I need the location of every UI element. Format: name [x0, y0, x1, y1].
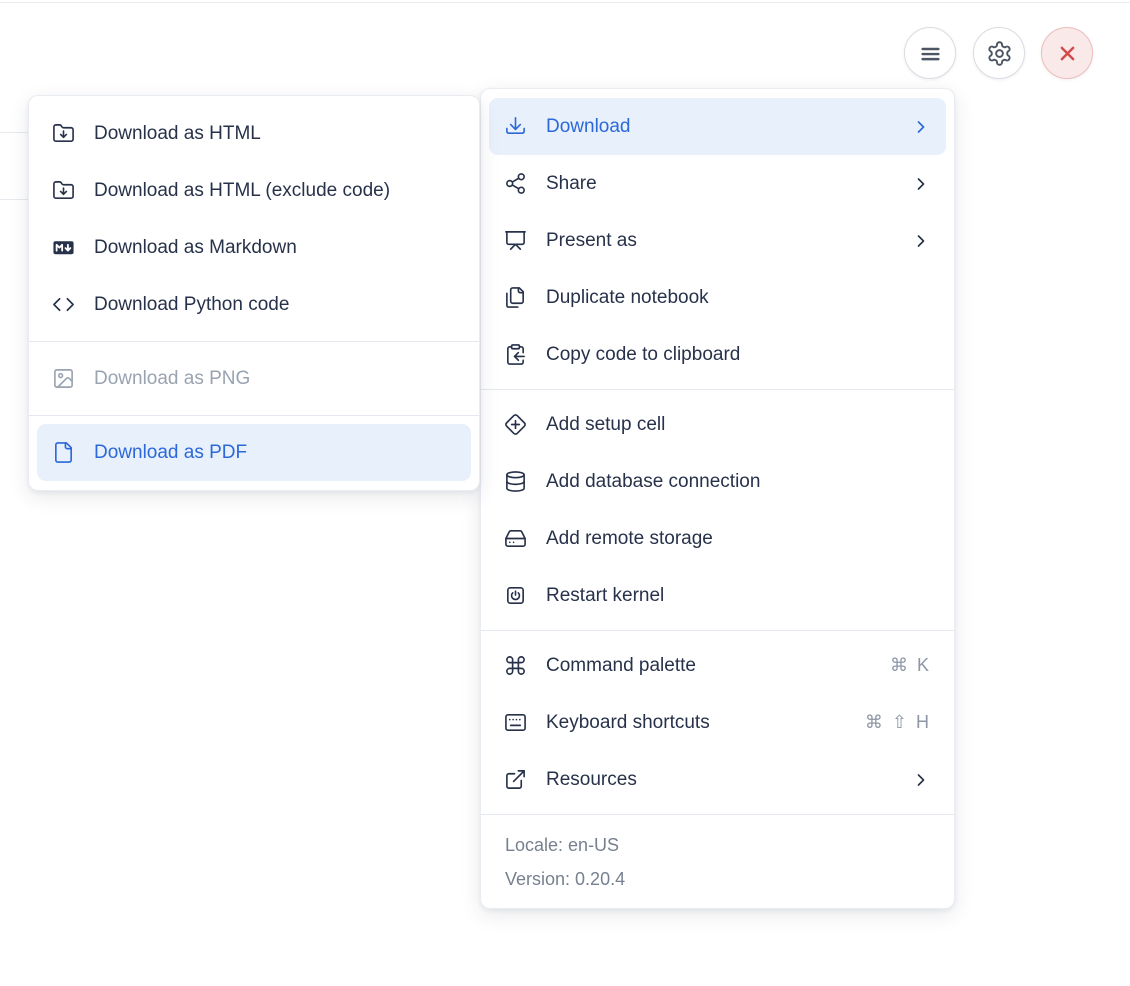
menu-item-label: Download as PDF	[94, 441, 248, 463]
settings-button[interactable]	[973, 27, 1025, 79]
app-page: Download as HTML Download as HTML (exclud…	[0, 0, 1130, 986]
shortcut-key: ⌘	[864, 712, 883, 732]
menu-item-command-palette[interactable]: Command palette ⌘ K	[489, 637, 946, 694]
keyboard-shortcut: ⌘ K	[890, 655, 929, 676]
power-square-icon	[504, 584, 527, 607]
shortcut-key: ⇧	[891, 712, 907, 732]
hamburger-menu-icon	[917, 40, 944, 67]
menu-item-download-as-html[interactable]: Download as HTML	[37, 105, 471, 162]
shortcut-key: K	[916, 655, 929, 675]
underlying-divider	[0, 132, 29, 133]
menu-item-label: Resources	[546, 768, 637, 790]
menu-separator	[29, 415, 479, 416]
menu-footer: Locale: en-US Version: 0.20.4	[481, 821, 954, 908]
menu-item-label: Restart kernel	[546, 584, 665, 606]
folder-download-icon	[52, 179, 75, 202]
shortcut-key: H	[916, 712, 929, 732]
menu-item-label: Download as Markdown	[94, 236, 297, 258]
menu-item-keyboard-shortcuts[interactable]: Keyboard shortcuts ⌘ ⇧ H	[489, 694, 946, 751]
chevron-right-icon	[911, 174, 931, 194]
download-submenu: Download as HTML Download as HTML (exclud…	[28, 95, 480, 491]
gear-icon	[986, 40, 1013, 67]
close-icon	[1054, 40, 1081, 67]
menu-item-download-as-pdf[interactable]: Download as PDF	[37, 424, 471, 481]
chevron-right-icon	[911, 231, 931, 251]
clipboard-copy-icon	[504, 343, 527, 366]
menu-item-download-as-png: Download as PNG	[37, 350, 471, 407]
code-icon	[52, 293, 75, 316]
command-icon	[504, 654, 527, 677]
external-link-icon	[504, 768, 527, 791]
menu-item-present-as[interactable]: Present as	[489, 212, 946, 269]
diamond-plus-icon	[504, 413, 527, 436]
menu-item-label: Download as HTML (exclude code)	[94, 179, 391, 201]
menu-item-label: Add remote storage	[546, 527, 713, 549]
menu-separator	[481, 389, 954, 390]
menu-item-copy-code-to-clipboard[interactable]: Copy code to clipboard	[489, 326, 946, 383]
menu-item-duplicate-notebook[interactable]: Duplicate notebook	[489, 269, 946, 326]
menu-item-label: Download Python code	[94, 293, 290, 315]
menu-item-label: Share	[546, 172, 597, 194]
markdown-download-icon	[52, 236, 75, 259]
chevron-right-icon	[911, 117, 931, 137]
menu-separator	[481, 630, 954, 631]
file-icon	[52, 441, 75, 464]
menu-item-download-python-code[interactable]: Download Python code	[37, 276, 471, 333]
menu-item-label: Present as	[546, 229, 637, 251]
keyboard-icon	[504, 711, 527, 734]
image-icon	[52, 367, 75, 390]
menu-item-label: Copy code to clipboard	[546, 343, 741, 365]
menu-item-resources[interactable]: Resources	[489, 751, 946, 808]
duplicate-icon	[504, 286, 527, 309]
menu-item-label: Download	[546, 115, 631, 137]
menu-separator	[481, 814, 954, 815]
notebook-menu-button[interactable]	[904, 27, 956, 79]
menu-separator	[29, 341, 479, 342]
menu-item-label: Command palette	[546, 654, 696, 676]
chevron-right-icon	[911, 770, 931, 790]
page-top-border	[0, 2, 1130, 3]
folder-download-icon	[52, 122, 75, 145]
menu-item-label: Add setup cell	[546, 413, 666, 435]
menu-item-download-as-html-exclude-code[interactable]: Download as HTML (exclude code)	[37, 162, 471, 219]
underlying-divider	[0, 199, 29, 200]
presentation-icon	[504, 229, 527, 252]
shortcut-key: ⌘	[889, 655, 908, 675]
download-icon	[504, 115, 527, 138]
menu-item-label: Download as PNG	[94, 367, 251, 389]
menu-item-download-as-markdown[interactable]: Download as Markdown	[37, 219, 471, 276]
shutdown-button[interactable]	[1041, 27, 1093, 79]
menu-item-add-database-connection[interactable]: Add database connection	[489, 453, 946, 510]
menu-item-restart-kernel[interactable]: Restart kernel	[489, 567, 946, 624]
menu-item-add-setup-cell[interactable]: Add setup cell	[489, 396, 946, 453]
menu-item-add-remote-storage[interactable]: Add remote storage	[489, 510, 946, 567]
menu-item-share[interactable]: Share	[489, 155, 946, 212]
version-text: Version: 0.20.4	[505, 869, 626, 889]
menu-item-label: Duplicate notebook	[546, 286, 709, 308]
locale-text: Locale: en-US	[505, 835, 620, 855]
share-icon	[504, 172, 527, 195]
menu-item-download[interactable]: Download	[489, 98, 946, 155]
notebook-actions-menu: Download Share Present as Duplicate noteboo…	[480, 88, 955, 909]
menu-item-label: Add database connection	[546, 470, 761, 492]
menu-item-label: Download as HTML	[94, 122, 261, 144]
database-icon	[504, 470, 527, 493]
hard-drive-icon	[504, 527, 527, 550]
menu-item-label: Keyboard shortcuts	[546, 711, 710, 733]
keyboard-shortcut: ⌘ ⇧ H	[865, 712, 929, 733]
